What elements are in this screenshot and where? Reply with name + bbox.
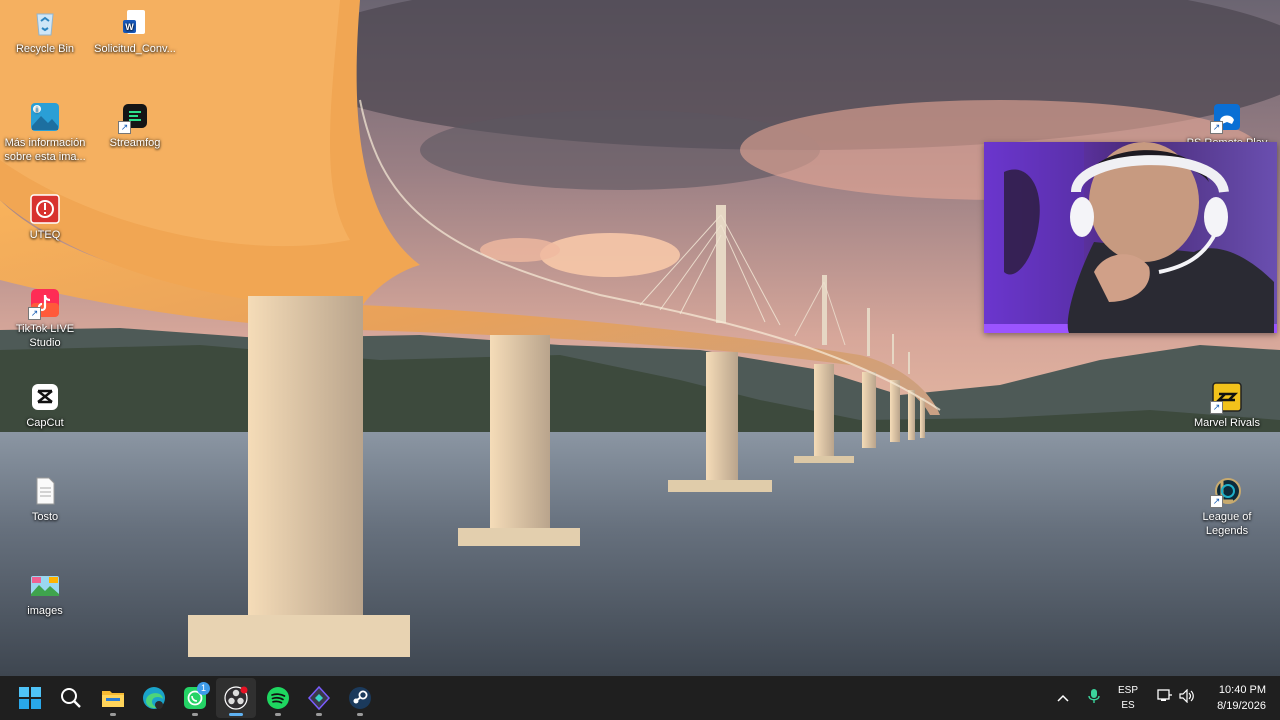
language-indicator[interactable]: ESP ES — [1110, 683, 1146, 713]
running-indicator — [110, 713, 116, 716]
system-tray: ESP ES — [1052, 676, 1198, 720]
start-button[interactable] — [10, 678, 50, 718]
folder-icon — [102, 691, 124, 707]
taskbar-app[interactable] — [299, 678, 339, 718]
keyboard-layout: ES — [1121, 700, 1135, 711]
search-icon — [61, 688, 81, 708]
running-indicator — [357, 713, 363, 716]
word-document-icon: W — [120, 8, 150, 38]
desktop-icon-images[interactable]: images — [0, 570, 90, 618]
taskbar-spotify[interactable] — [258, 678, 298, 718]
capcut-icon — [30, 382, 60, 412]
taskbar-file-explorer[interactable] — [93, 678, 133, 718]
desktop-icon-label: Tosto — [31, 511, 59, 523]
taskbar-obs[interactable] — [216, 678, 256, 718]
shortcut-arrow-icon: ↗ — [118, 121, 131, 134]
svg-text:W: W — [125, 22, 134, 32]
desktop-icon-mas-informacion[interactable]: i Más información sobre esta ima... — [0, 102, 90, 164]
images-icon — [30, 570, 60, 600]
desktop-wallpaper — [0, 0, 1280, 676]
language-code: ESP — [1117, 685, 1138, 696]
uteq-icon — [30, 194, 60, 224]
desktop-icon-label: images — [27, 605, 63, 617]
shortcut-arrow-icon: ↗ — [1210, 495, 1223, 508]
webcam-overlay — [984, 142, 1277, 333]
running-indicator — [192, 713, 198, 716]
marvel-rivals-icon: ↗ — [1210, 382, 1242, 414]
spotify-icon — [267, 687, 289, 709]
clock[interactable]: 10:40 PM 8/19/2026 — [1196, 676, 1266, 720]
desktop-icon-label: Solicitud_Conv... — [94, 43, 176, 55]
desktop-icon-label: CapCut — [26, 417, 64, 429]
clock-time: 10:40 PM — [1218, 684, 1266, 696]
recycle-bin-icon — [30, 8, 60, 38]
spotlight-info-icon: i — [30, 102, 60, 132]
network-icon[interactable] — [1154, 688, 1176, 708]
desktop-icon-uteq[interactable]: UTEQ — [0, 194, 90, 242]
clock-date: 8/19/2026 — [1217, 700, 1266, 712]
shortcut-arrow-icon: ↗ — [28, 307, 41, 320]
text-file-icon — [30, 476, 60, 506]
ps-remote-play-icon: ↗ — [1210, 102, 1242, 134]
steam-icon — [349, 687, 371, 709]
desktop-icon-label: Recycle Bin — [15, 43, 75, 55]
desktop-icon-tosto[interactable]: Tosto — [0, 476, 90, 524]
taskbar-whatsapp[interactable]: 1 — [175, 678, 215, 718]
desktop-icon-solicitud[interactable]: W Solicitud_Conv... — [90, 8, 180, 56]
volume-icon[interactable] — [1176, 688, 1198, 708]
desktop-icon-label: Marvel Rivals — [1193, 417, 1260, 429]
desktop-icon-recycle-bin[interactable]: Recycle Bin — [0, 8, 90, 56]
running-indicator — [316, 713, 322, 716]
shortcut-arrow-icon: ↗ — [1210, 401, 1223, 414]
chevron-up-icon[interactable] — [1052, 689, 1074, 707]
svg-text:i: i — [36, 107, 38, 114]
desktop-icon-label: Más información sobre esta ima... — [4, 137, 86, 163]
desktop-icon-league-of-legends[interactable]: ↗ League of Legends — [1182, 476, 1272, 538]
desktop-icon-label: League of Legends — [1202, 511, 1252, 537]
desktop-icon-label: TikTok LIVE Studio — [15, 323, 75, 349]
microphone-icon[interactable] — [1084, 688, 1104, 709]
taskbar-edge[interactable] — [134, 678, 174, 718]
desktop-icon-marvel-rivals[interactable]: ↗ Marvel Rivals — [1182, 382, 1272, 430]
tiktok-live-studio-icon: ↗ — [28, 288, 60, 320]
desktop-icon-tiktok-live-studio[interactable]: ↗ TikTok LIVE Studio — [0, 288, 90, 350]
streamfog-icon: ↗ — [118, 102, 150, 134]
desktop-icon-label: Streamfog — [109, 137, 161, 149]
obs-icon — [224, 686, 248, 710]
desktop-icon-capcut[interactable]: CapCut — [0, 382, 90, 430]
running-indicator — [275, 713, 281, 716]
active-indicator — [229, 713, 243, 716]
windows-start-icon — [19, 687, 41, 709]
desktop-icon-streamfog[interactable]: ↗ Streamfog — [90, 102, 180, 150]
desktop-icon-label: UTEQ — [29, 229, 61, 241]
search-button[interactable] — [51, 678, 91, 718]
edge-icon — [143, 687, 165, 709]
diamond-app-icon — [307, 686, 331, 710]
league-of-legends-icon: ↗ — [1210, 476, 1242, 508]
taskbar-steam[interactable] — [340, 678, 380, 718]
notification-badge: 1 — [197, 682, 210, 695]
shortcut-arrow-icon: ↗ — [1210, 121, 1223, 134]
taskbar: 1 ESP ES 10:40 PM 8/19/2026 — [0, 676, 1280, 720]
